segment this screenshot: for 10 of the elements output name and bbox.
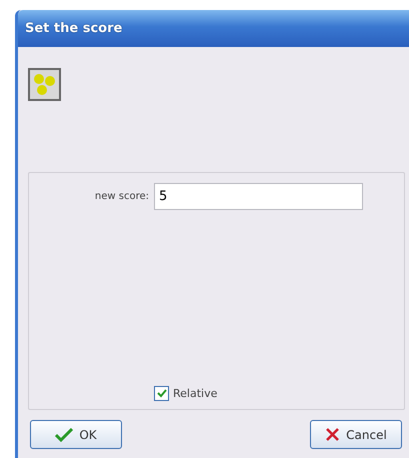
ok-button[interactable]: OK xyxy=(30,420,122,449)
field-label: new score: xyxy=(94,191,150,202)
checkbox[interactable] xyxy=(154,386,169,401)
three-balls-icon xyxy=(28,68,61,101)
check-icon xyxy=(55,428,74,442)
cancel-button[interactable]: Cancel xyxy=(310,420,402,449)
window-title: Set the score xyxy=(18,10,409,47)
checkbox-label: Relative xyxy=(173,387,218,400)
close-icon xyxy=(325,427,340,442)
score-input-field[interactable]: 5 xyxy=(154,183,363,210)
